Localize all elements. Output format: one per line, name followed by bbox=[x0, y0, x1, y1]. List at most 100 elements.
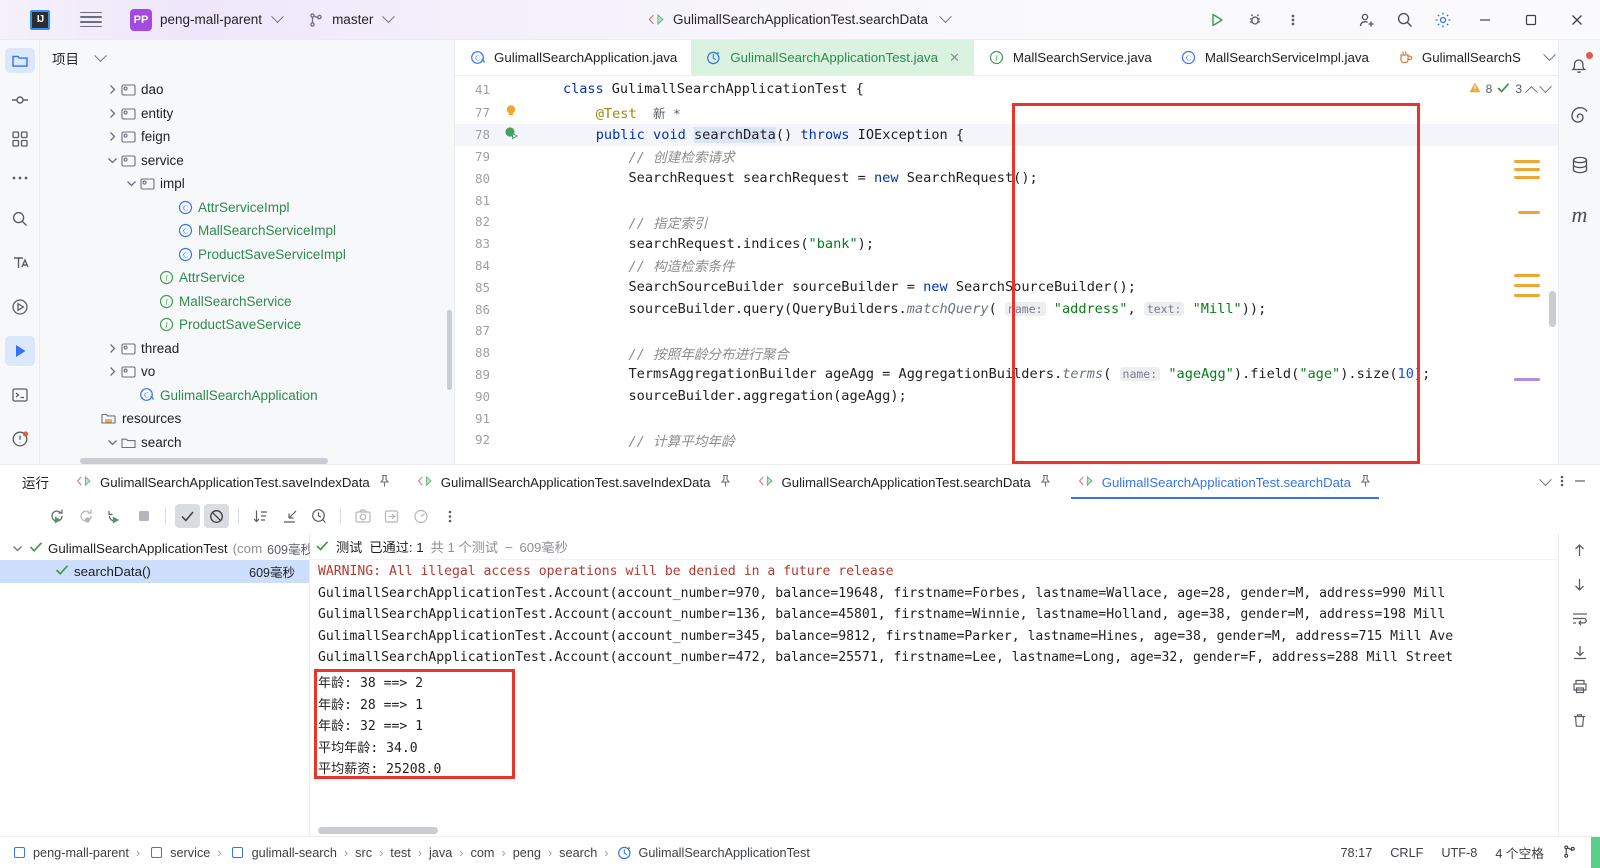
twisty-collapsed-icon[interactable] bbox=[105, 106, 119, 120]
add-user-icon[interactable] bbox=[1348, 0, 1386, 40]
code-line-82[interactable]: 82 // 指定索引 bbox=[455, 211, 1558, 233]
marker-warning[interactable] bbox=[1514, 294, 1540, 297]
project-tool-icon[interactable] bbox=[4, 48, 35, 73]
settings-gear-icon[interactable] bbox=[1424, 0, 1462, 40]
tree-item-mallsearchservice[interactable]: I MallSearchService bbox=[40, 290, 454, 314]
maximize-icon[interactable] bbox=[1508, 0, 1554, 40]
console-output[interactable]: 测试 已通过: 1 共 1 个测试 – 609毫秒 WARNING: All i… bbox=[310, 533, 1558, 836]
breadcrumb-item-java[interactable]: java bbox=[429, 846, 452, 860]
tree-item-productsaveserviceimpl[interactable]: C ProductSaveServiceImpl bbox=[40, 243, 454, 267]
run-tab-3[interactable]: GulimallSearchApplicationTest.searchData bbox=[1065, 465, 1385, 499]
export-snapshot-button[interactable] bbox=[350, 504, 375, 528]
project-panel-chevron-down-icon[interactable] bbox=[93, 48, 107, 65]
twisty-collapsed-icon[interactable] bbox=[105, 130, 119, 144]
rerun-button[interactable] bbox=[44, 504, 69, 528]
pin-icon[interactable] bbox=[378, 474, 391, 491]
editor-tab-3[interactable]: C MallSearchServiceImpl.java bbox=[1166, 40, 1383, 75]
scroll-up-icon[interactable] bbox=[1572, 543, 1587, 561]
project-vertical-scrollbar[interactable] bbox=[447, 310, 452, 390]
marker-warning[interactable] bbox=[1514, 274, 1540, 277]
run-configuration-selector[interactable]: GulimallSearchApplicationTest.searchData bbox=[648, 10, 952, 27]
marker-warning[interactable] bbox=[1514, 168, 1540, 171]
editor-tab-4[interactable]: GulimallSearchS bbox=[1383, 40, 1535, 75]
twisty-expanded-icon[interactable] bbox=[10, 542, 24, 556]
tree-item-service[interactable]: service bbox=[40, 149, 454, 173]
more-vertical-icon[interactable] bbox=[1274, 0, 1312, 40]
expand-collapse-button[interactable] bbox=[277, 504, 302, 528]
tree-item-gulimallsearchapplication[interactable]: C GulimallSearchApplication bbox=[40, 384, 454, 408]
run-config-chevron-down-icon[interactable] bbox=[938, 10, 952, 27]
tree-item-search[interactable]: search bbox=[40, 431, 454, 455]
run-collapse-chevron-down-icon[interactable] bbox=[1539, 472, 1552, 487]
tree-item-mallsearchserviceimpl[interactable]: C MallSearchServiceImpl bbox=[40, 219, 454, 243]
code-line-83[interactable]: 83 searchRequest.indices("bank"); bbox=[455, 233, 1558, 255]
code-line-77[interactable]: 77 @Test 新 * bbox=[455, 102, 1558, 124]
run-tab-2[interactable]: GulimallSearchApplicationTest.searchData bbox=[745, 465, 1065, 499]
code-line-84[interactable]: 84 // 构造检索条件 bbox=[455, 255, 1558, 277]
line-separator[interactable]: CRLF bbox=[1390, 846, 1423, 860]
editor-tab-0[interactable]: C GulimallSearchApplication.java bbox=[455, 40, 691, 75]
editor-tab-2[interactable]: I MallSearchService.java bbox=[974, 40, 1166, 75]
translate-tool-icon[interactable] bbox=[5, 248, 35, 278]
tree-item-entity[interactable]: entity bbox=[40, 102, 454, 126]
project-badge[interactable]: PP bbox=[130, 8, 152, 31]
pin-icon[interactable] bbox=[719, 474, 732, 491]
code-line-79[interactable]: 79 // 创建检索请求 bbox=[455, 146, 1558, 168]
code-line-89[interactable]: 89 TermsAggregationBuilder ageAgg = Aggr… bbox=[455, 364, 1558, 386]
code-line-85[interactable]: 85 SearchSourceBuilder sourceBuilder = n… bbox=[455, 276, 1558, 298]
notifications-icon[interactable] bbox=[1565, 50, 1595, 80]
project-chevron-down-icon[interactable] bbox=[270, 10, 284, 27]
close-icon[interactable] bbox=[1554, 0, 1600, 40]
maven-tool-icon[interactable]: m bbox=[1565, 200, 1595, 230]
tree-item-vo[interactable]: vo bbox=[40, 360, 454, 384]
scroll-to-end-icon[interactable] bbox=[1572, 645, 1588, 663]
breadcrumb-item-peng[interactable]: peng bbox=[513, 846, 541, 860]
code-line-78[interactable]: 78 public void searchData() throws IOExc… bbox=[455, 123, 1558, 146]
terminal-tool-icon[interactable] bbox=[5, 380, 35, 410]
twisty-collapsed-icon[interactable] bbox=[105, 365, 119, 379]
caret-position[interactable]: 78:17 bbox=[1341, 846, 1373, 860]
branch-name-label[interactable]: master bbox=[332, 12, 373, 27]
search-icon[interactable] bbox=[1386, 0, 1424, 40]
code-line-80[interactable]: 80 SearchRequest searchRequest = new Sea… bbox=[455, 167, 1558, 189]
tree-item-resources[interactable]: resources bbox=[40, 407, 454, 431]
editor-tabs-chevron-down-icon[interactable] bbox=[1543, 48, 1556, 62]
tree-item-attrserviceimpl[interactable]: C AttrServiceImpl bbox=[40, 196, 454, 220]
breadcrumb-item-peng-mall-parent[interactable]: peng-mall-parent bbox=[10, 845, 129, 861]
pin-icon[interactable] bbox=[1039, 474, 1052, 491]
pin-icon[interactable] bbox=[1359, 474, 1372, 491]
tree-item-feign[interactable]: feign bbox=[40, 125, 454, 149]
tree-item-productsaveservice[interactable]: I ProductSaveService bbox=[40, 313, 454, 337]
breadcrumb-item-GulimallSearchApplicationTest[interactable]: GulimallSearchApplicationTest bbox=[616, 845, 810, 861]
code-line-88[interactable]: 88 // 按照年龄分布进行聚合 bbox=[455, 342, 1558, 364]
breadcrumb-item-test[interactable]: test bbox=[390, 846, 410, 860]
database-tool-icon[interactable] bbox=[1565, 150, 1595, 180]
console-horizontal-scrollbar[interactable] bbox=[318, 827, 438, 834]
file-encoding[interactable]: UTF-8 bbox=[1441, 846, 1477, 860]
soft-wrap-icon[interactable] bbox=[1572, 611, 1588, 629]
open-results-button[interactable] bbox=[408, 504, 433, 528]
editor-vertical-scrollbar[interactable] bbox=[1549, 291, 1556, 327]
scroll-down-icon[interactable] bbox=[1572, 577, 1587, 595]
status-git-branch-icon[interactable] bbox=[1562, 844, 1577, 862]
run-tab-1[interactable]: GulimallSearchApplicationTest.saveIndexD… bbox=[404, 465, 745, 499]
intellij-idea-logo[interactable]: IJ bbox=[30, 9, 50, 30]
run-window-icon[interactable] bbox=[4, 336, 35, 366]
breadcrumb-item-service[interactable]: service bbox=[147, 845, 210, 861]
clear-all-trash-icon[interactable] bbox=[1572, 713, 1587, 731]
twisty-expanded-icon[interactable] bbox=[124, 177, 138, 191]
indent-setting[interactable]: 4 个空格 bbox=[1495, 843, 1544, 862]
breadcrumb[interactable]: peng-mall-parent › service › gulimall-search… bbox=[0, 845, 810, 861]
code-line-81[interactable]: 81 bbox=[455, 189, 1558, 211]
marker-warning[interactable] bbox=[1514, 176, 1540, 179]
structure-tool-icon[interactable] bbox=[5, 126, 35, 151]
test-results-tree[interactable]: GulimallSearchApplicationTest (com 609毫秒 s… bbox=[0, 533, 313, 836]
editor-markers-gutter[interactable] bbox=[1484, 76, 1558, 464]
code-line-86[interactable]: 86 sourceBuilder.query(QueryBuilders.mat… bbox=[455, 298, 1558, 320]
breadcrumb-item-search[interactable]: search bbox=[559, 846, 597, 860]
hamburger-menu-icon[interactable] bbox=[80, 9, 102, 31]
marker-warning[interactable] bbox=[1518, 211, 1540, 214]
tree-item-thread[interactable]: thread bbox=[40, 337, 454, 361]
code-line-90[interactable]: 90 sourceBuilder.aggregation(ageAgg); bbox=[455, 385, 1558, 407]
twisty-collapsed-icon[interactable] bbox=[105, 341, 119, 355]
